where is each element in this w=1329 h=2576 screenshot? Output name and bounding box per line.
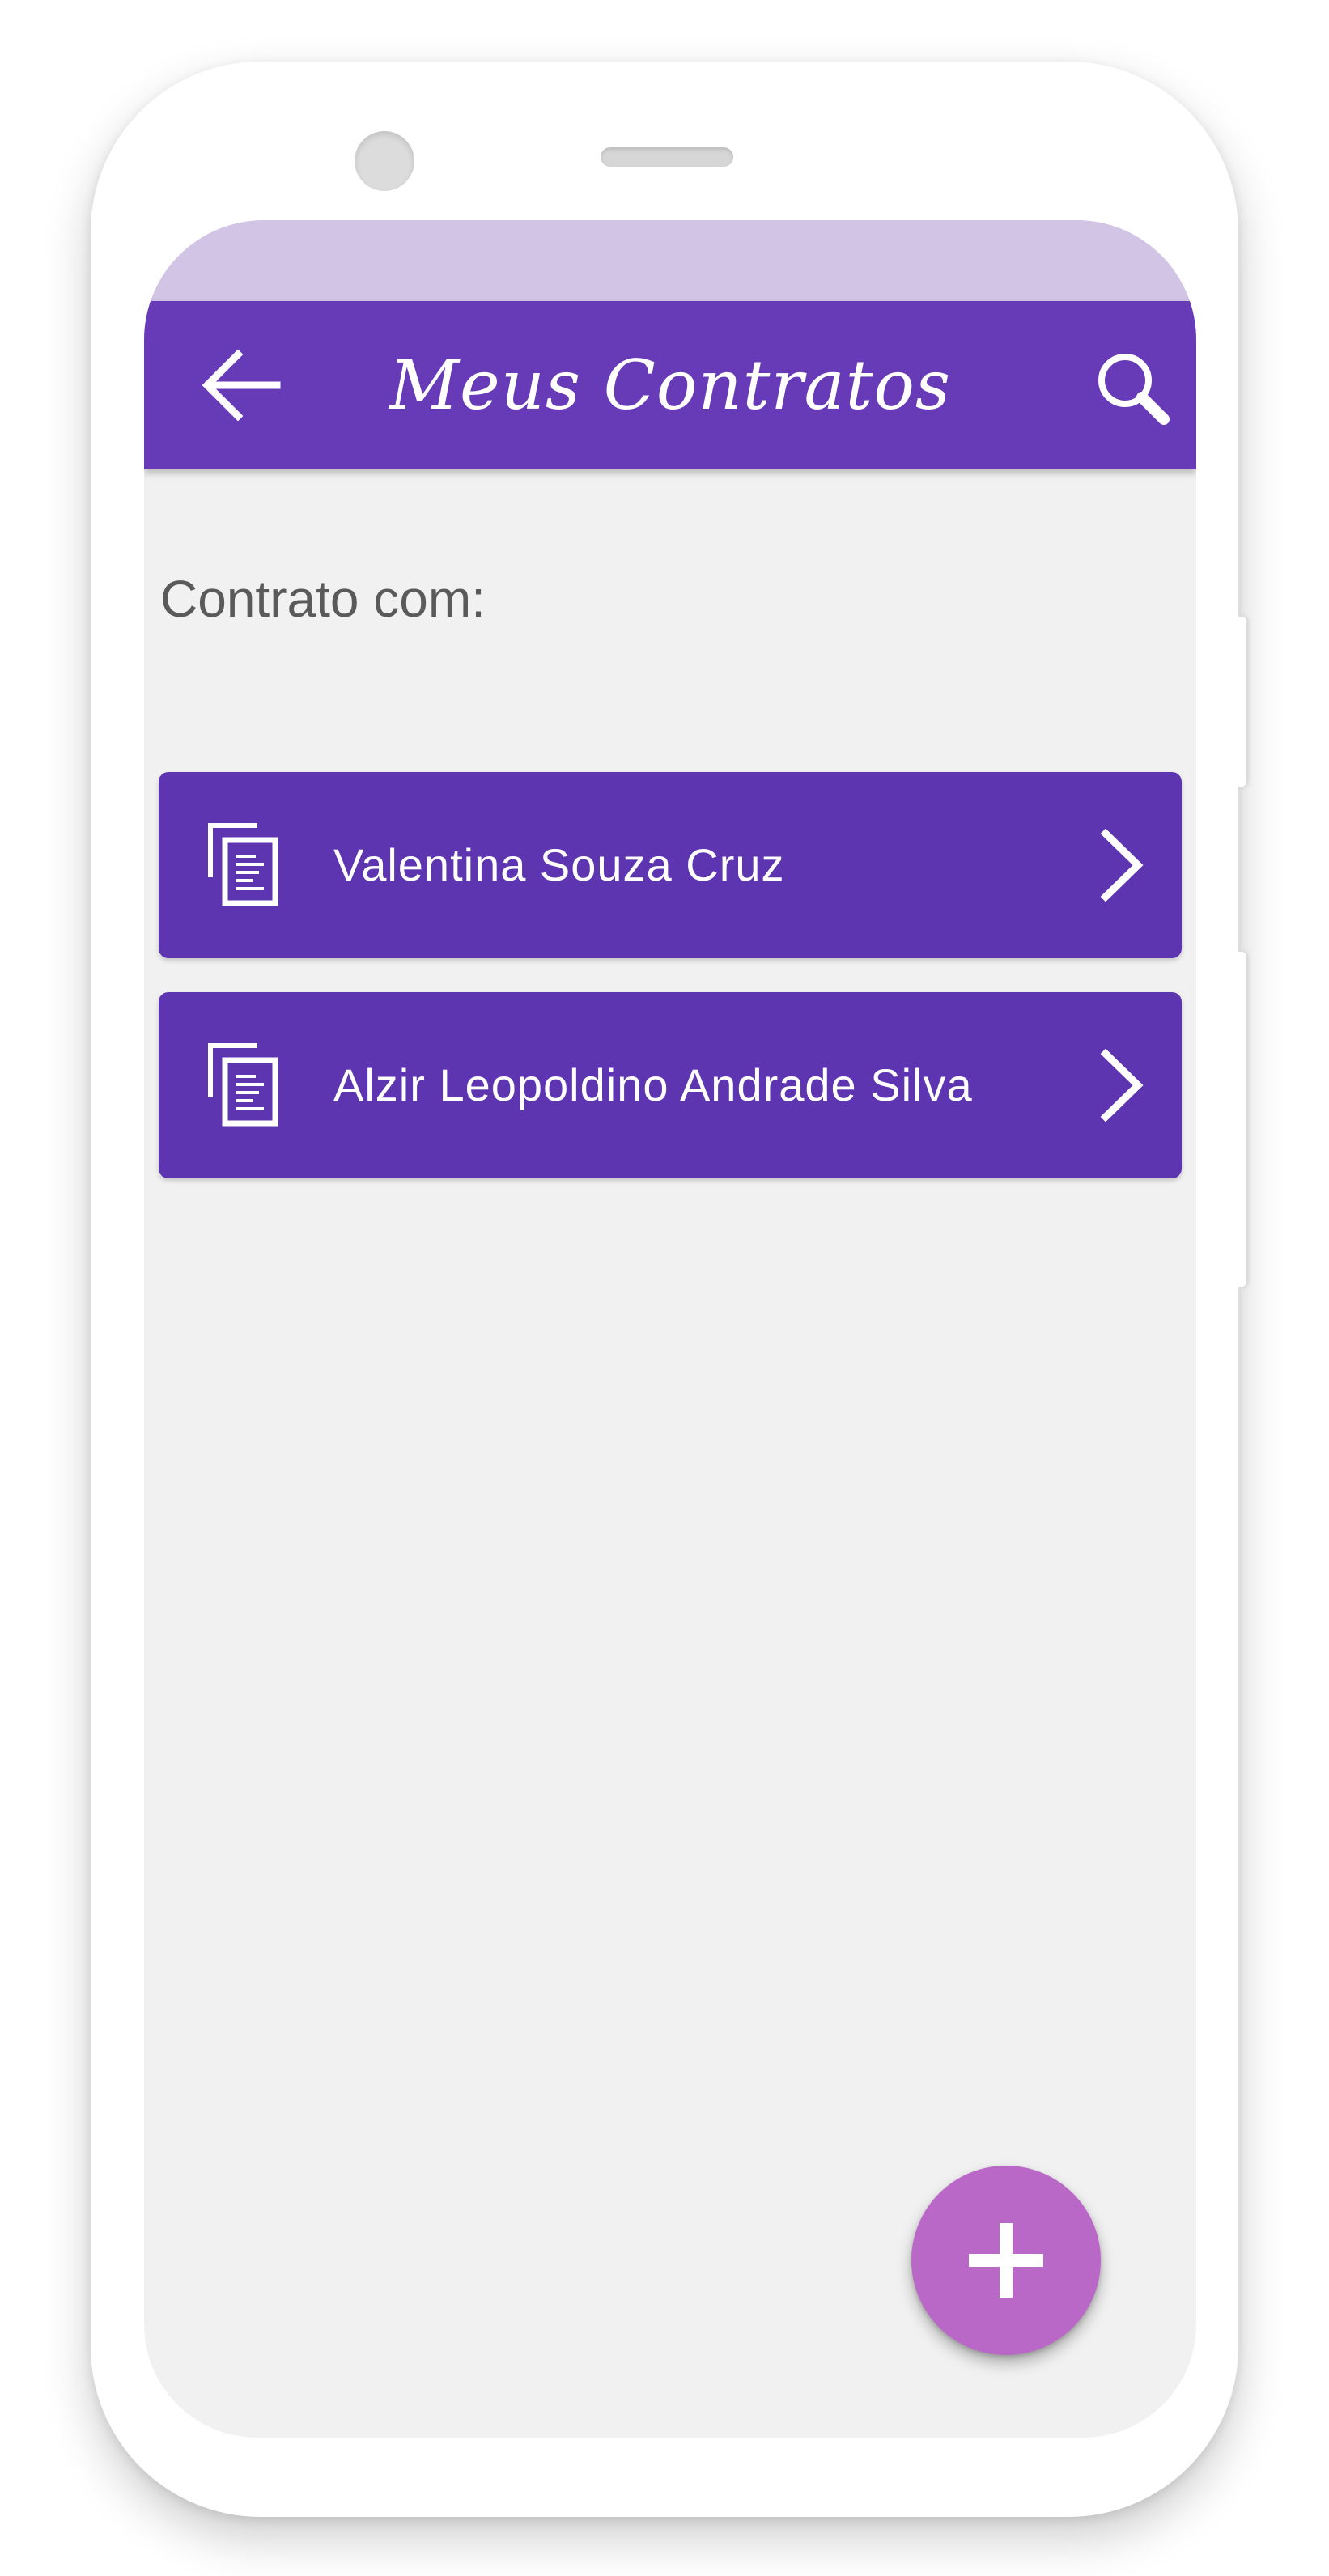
- list-item[interactable]: Alzir Leopoldino Andrade Silva: [159, 992, 1182, 1178]
- page-title: Meus Contratos: [389, 346, 951, 425]
- earpiece-speaker: [601, 147, 733, 167]
- back-button[interactable]: [201, 348, 282, 422]
- phone-frame: Meus Contratos Contrato com: Valentina S…: [91, 62, 1246, 2517]
- power-button: [1238, 952, 1246, 1287]
- chevron-right-icon: [1100, 1049, 1144, 1122]
- arrow-left-icon: [202, 349, 281, 422]
- front-camera: [355, 131, 414, 191]
- list-item[interactable]: Valentina Souza Cruz: [159, 772, 1182, 958]
- add-contract-button[interactable]: [911, 2166, 1101, 2355]
- app-bar: Meus Contratos: [144, 301, 1196, 469]
- screen: Meus Contratos Contrato com: Valentina S…: [144, 220, 1196, 2438]
- search-button[interactable]: [1093, 348, 1174, 429]
- section-label: Contrato com:: [160, 570, 486, 628]
- plus-icon: [969, 2223, 1043, 2298]
- contract-list: Valentina Souza Cruz Alzir Leopoldino An…: [159, 772, 1182, 1212]
- document-copy-icon: [208, 823, 278, 906]
- volume-button: [1238, 617, 1246, 787]
- contract-name: Valentina Souza Cruz: [333, 839, 785, 890]
- chevron-right-icon: [1100, 829, 1144, 902]
- search-icon: [1098, 354, 1170, 425]
- status-bar: [144, 220, 1196, 301]
- document-copy-icon: [208, 1043, 278, 1127]
- contract-name: Alzir Leopoldino Andrade Silva: [333, 1059, 973, 1110]
